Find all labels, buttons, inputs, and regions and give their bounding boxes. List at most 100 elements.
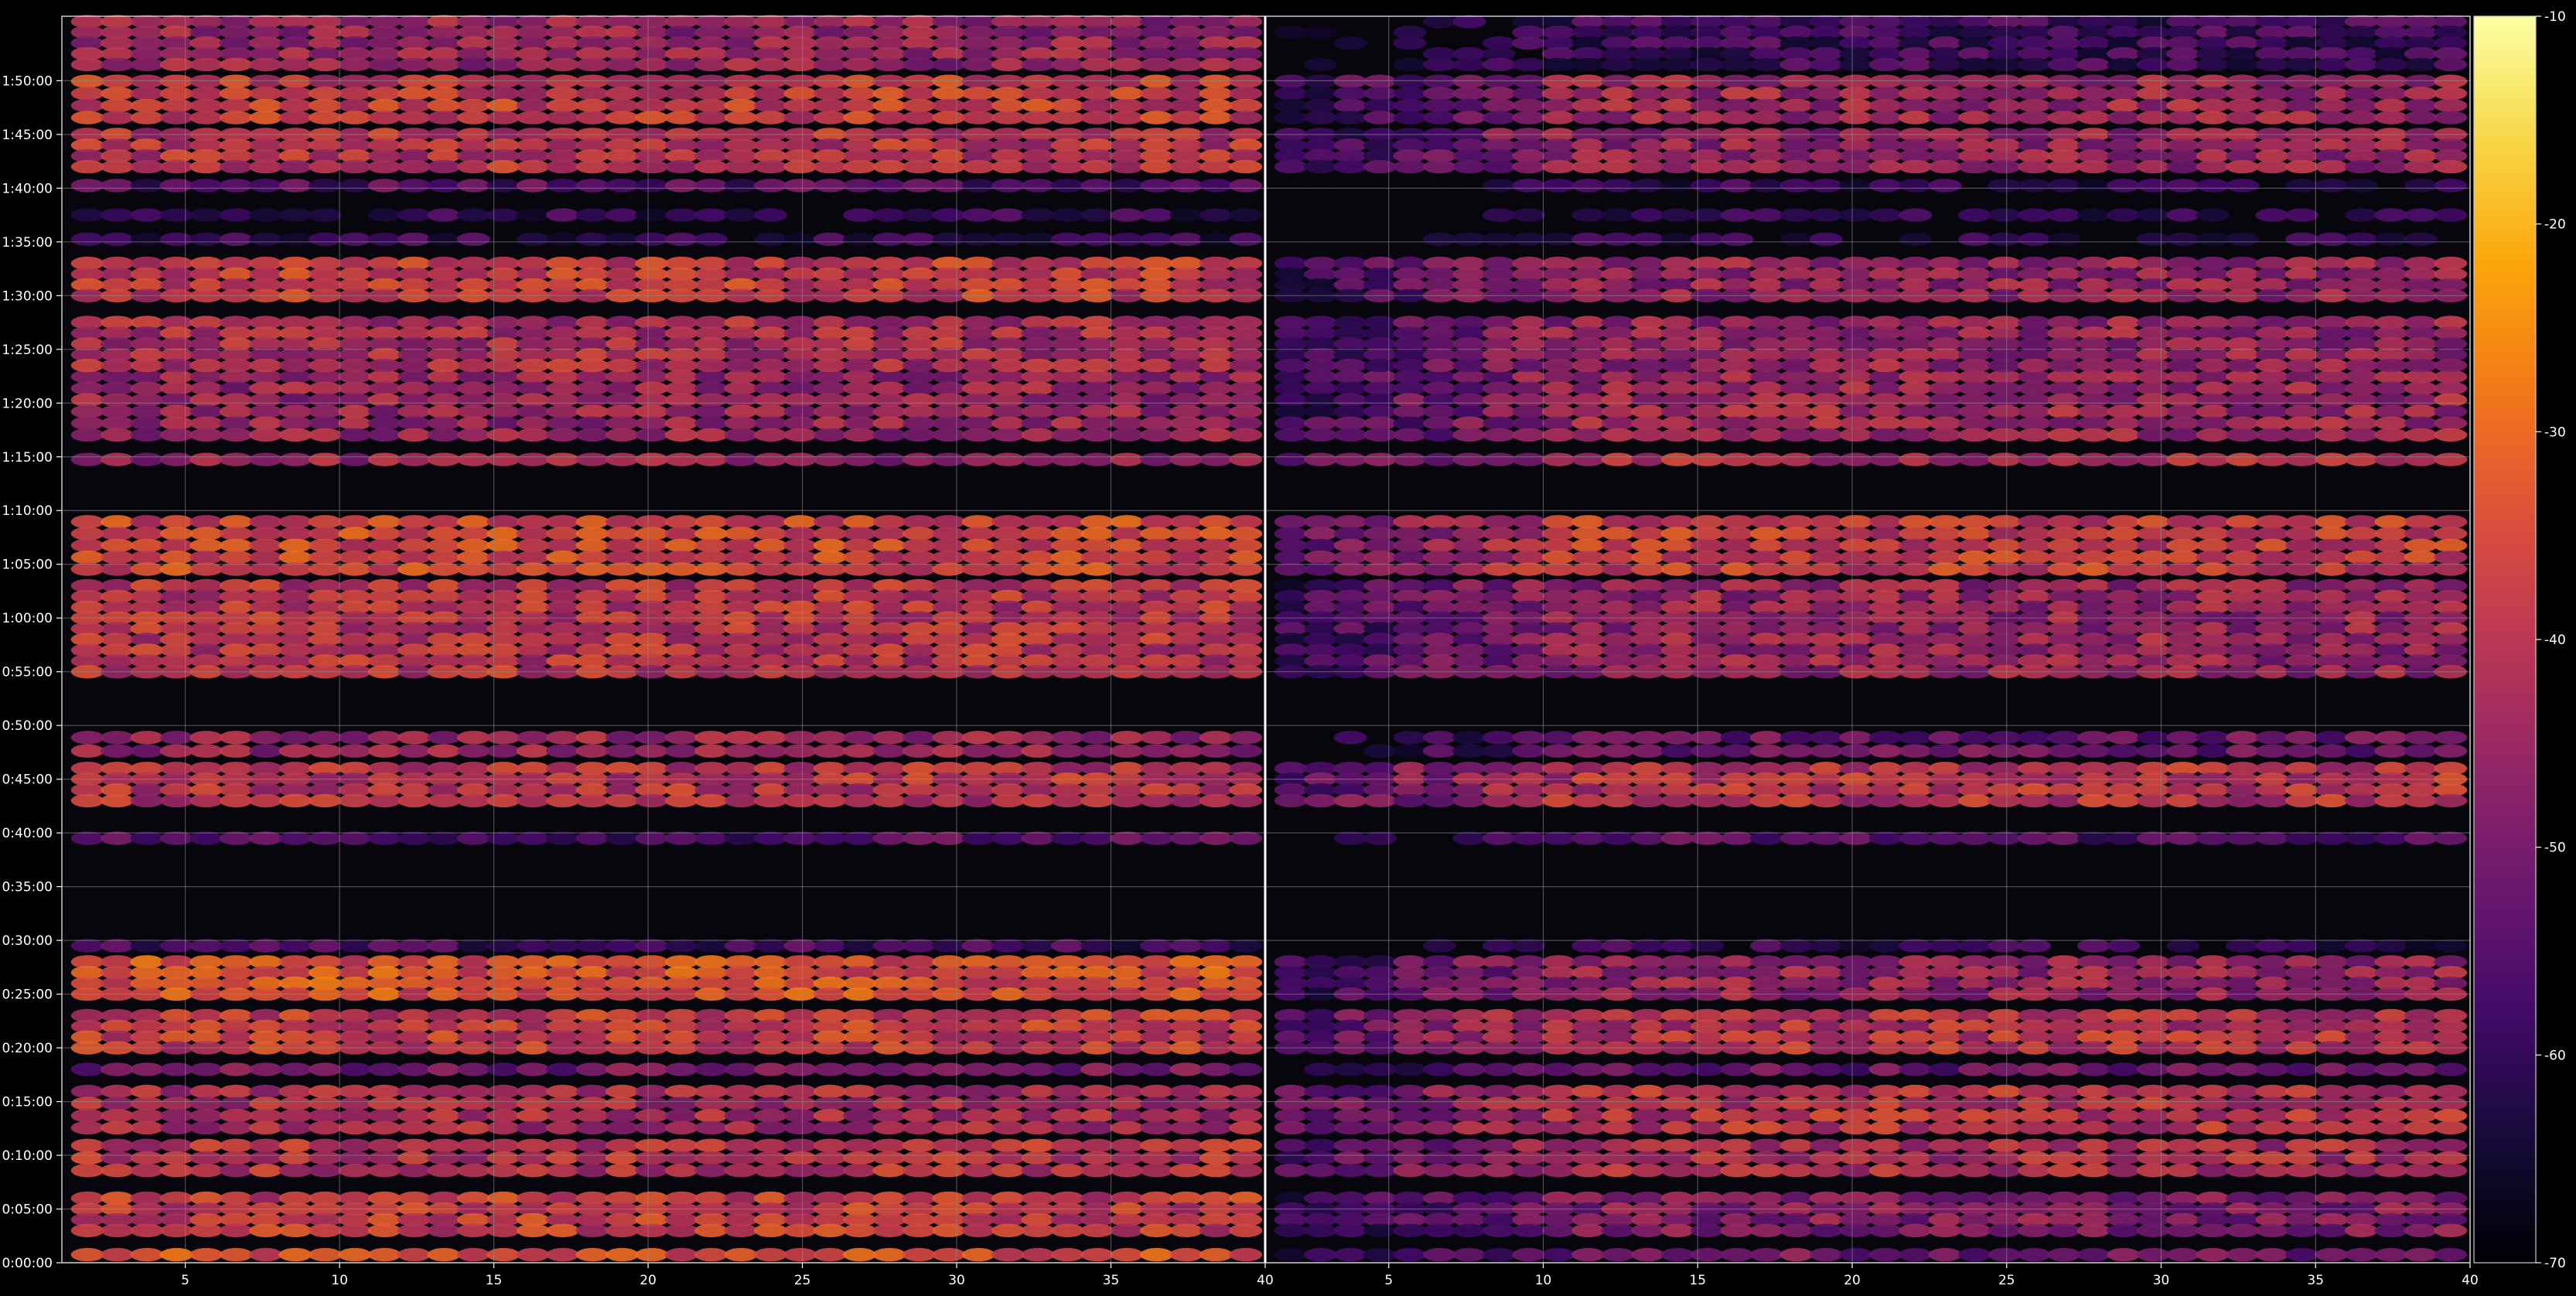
heat-cell [1393, 452, 1427, 466]
heat-cell [130, 358, 164, 373]
heat-cell [1140, 1151, 1174, 1165]
heat-cell [2047, 831, 2081, 845]
heat-cell [1140, 393, 1174, 407]
heat-cell [278, 731, 312, 745]
heat-cell [724, 428, 758, 442]
heat-cell [427, 159, 461, 174]
heat-cell [427, 404, 461, 418]
heat-cell [2107, 1109, 2141, 1123]
heat-cell [338, 1223, 372, 1238]
heat-cell [724, 1109, 758, 1123]
heat-cell [902, 111, 936, 124]
heat-cell [1199, 159, 1233, 174]
heat-cell [1691, 1096, 1724, 1110]
heat-cell [753, 381, 787, 395]
heat-cell [2374, 1120, 2408, 1135]
heat-cell [427, 452, 461, 466]
heat-cell [1274, 1096, 1308, 1110]
heat-cell [1140, 538, 1174, 553]
heat-cell [724, 98, 758, 113]
heat-cell [1749, 1120, 1783, 1135]
heat-cell [1140, 381, 1174, 395]
heat-cell [605, 393, 639, 407]
heat-cell [2315, 538, 2349, 553]
heat-cell [1080, 452, 1114, 466]
heat-cell [1423, 1138, 1456, 1153]
heat-cell [427, 98, 461, 113]
heat-cell [1601, 1151, 1635, 1165]
heat-cell [2018, 731, 2051, 745]
heat-cell [605, 381, 639, 395]
heat-cell [159, 98, 193, 113]
heat-cell [2107, 1096, 2141, 1110]
heat-cell [1868, 527, 1902, 541]
heat-cell [2136, 381, 2170, 395]
heat-cell [308, 1084, 342, 1099]
heat-cell [1304, 551, 1338, 564]
heat-cell [1749, 744, 1783, 758]
heat-cell [1601, 515, 1635, 529]
heat-cell [2018, 416, 2051, 430]
heat-cell [278, 1247, 312, 1262]
heat-cell [872, 1062, 906, 1076]
heat-cell [1987, 939, 2022, 953]
heat-cell [308, 381, 342, 395]
heat-cell [664, 551, 698, 564]
heat-cell [2315, 551, 2349, 564]
heat-cell [1050, 111, 1084, 124]
heat-cell [813, 1164, 847, 1178]
heat-cell [2255, 1062, 2289, 1076]
heat-cell [397, 1109, 432, 1123]
heat-cell [1169, 74, 1203, 88]
heat-cell [1423, 404, 1456, 418]
heat-cell [1691, 381, 1724, 395]
heat-cell [575, 179, 609, 193]
heat-cell [813, 551, 847, 564]
heat-cell [1899, 744, 1933, 758]
heat-cell [249, 1096, 283, 1110]
heat-cell [1199, 208, 1233, 222]
heat-cell [2047, 744, 2081, 758]
heat-cell [605, 358, 639, 373]
heat-cell [1199, 1084, 1233, 1099]
heat-cell [783, 87, 817, 101]
heat-cell [101, 393, 135, 407]
heat-cell [1928, 1120, 1962, 1135]
heat-cell [605, 74, 639, 88]
heat-cell [2076, 831, 2110, 845]
heat-cell [70, 1120, 104, 1135]
heat-cell [1229, 1138, 1263, 1153]
heat-cell [932, 1109, 966, 1123]
heat-cell [1868, 939, 1902, 953]
heat-cell [219, 74, 253, 88]
heat-cell [2374, 393, 2408, 407]
heat-cell [2344, 1138, 2378, 1153]
heat-cell [902, 939, 936, 953]
heat-cell [546, 57, 580, 72]
heat-cell [1839, 1062, 1873, 1076]
heat-cell [338, 538, 372, 553]
heat-cell [902, 179, 936, 193]
heat-cell [397, 731, 432, 745]
heat-cell [1021, 744, 1055, 758]
heat-cell [902, 1109, 936, 1123]
heat-cell [2018, 831, 2051, 845]
heat-cell [2047, 793, 2081, 808]
heat-cell [2166, 1247, 2200, 1262]
heat-cell [70, 111, 104, 124]
heat-cell [2018, 1164, 2051, 1178]
heat-cell [1333, 1084, 1367, 1099]
heat-cell [1274, 381, 1308, 395]
heat-cell [2076, 1120, 2110, 1135]
heat-cell [1720, 1138, 1754, 1153]
heat-cell [1274, 393, 1308, 407]
heat-cell [2226, 1062, 2260, 1076]
heat-cell [2315, 381, 2349, 395]
heat-cell [1333, 731, 1367, 745]
heat-cell [1363, 515, 1397, 529]
heat-cell [367, 98, 401, 113]
heat-cell [219, 744, 253, 758]
heat-cell [664, 358, 698, 373]
heat-cell [1958, 1223, 1992, 1238]
heat-cell [1720, 428, 1754, 442]
